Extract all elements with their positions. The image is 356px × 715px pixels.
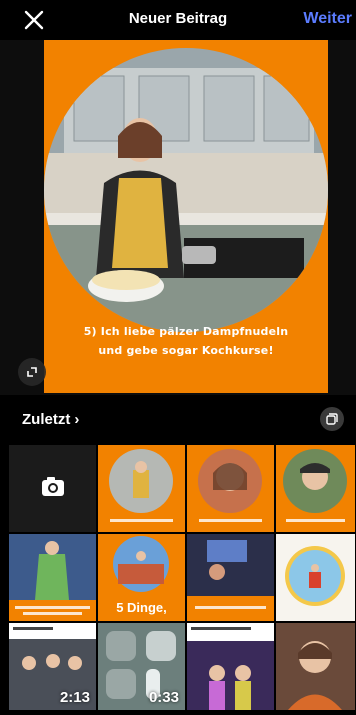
caption-line-1: 5) Ich liebe pälzer Dampfnudeln: [83, 325, 289, 338]
gallery-item-9[interactable]: 2:13: [9, 623, 96, 710]
multi-select-button[interactable]: [320, 407, 344, 431]
gallery-item-5[interactable]: [9, 534, 96, 621]
gallery-item-2[interactable]: [98, 445, 185, 532]
multi-select-icon: [326, 413, 338, 425]
gallery-item-10[interactable]: 0:33: [98, 623, 185, 710]
grid-left-edge: [0, 445, 9, 715]
preview-caption: 5) Ich liebe pälzer Dampfnudeln und gebe…: [44, 322, 328, 360]
post-preview[interactable]: 5) Ich liebe pälzer Dampfnudeln und gebe…: [0, 40, 356, 395]
thumbnail-image: [98, 445, 185, 532]
thumbnail-overlay-text: 5 Dinge,: [116, 600, 167, 615]
thumbnail-image: [187, 623, 274, 710]
thumbnail-image: [276, 623, 355, 710]
gallery-item-12[interactable]: [276, 623, 355, 710]
gallery-item-7[interactable]: [187, 534, 274, 621]
caption-line-2: und gebe sogar Kochkurse!: [98, 344, 274, 357]
gallery-item-4[interactable]: [276, 445, 355, 532]
chevron-right-icon: ›: [74, 411, 80, 428]
gallery-item-3[interactable]: [187, 445, 274, 532]
top-bar: Neuer Beitrag Weiter: [0, 0, 356, 40]
thumbnail-image: [276, 445, 355, 532]
thumbnail-image: [276, 534, 355, 621]
gallery-grid: 5 Dinge, 2:13 0:33: [9, 445, 355, 715]
gallery-item-11[interactable]: [187, 623, 274, 710]
gallery-item-6[interactable]: 5 Dinge,: [98, 534, 185, 621]
video-duration: 0:33: [148, 689, 179, 706]
kitchen-photo: [44, 48, 328, 332]
thumbnail-image: [187, 534, 274, 621]
preview-photo: [44, 48, 328, 332]
camera-tile[interactable]: [9, 445, 96, 532]
gallery-item-8[interactable]: [276, 534, 355, 621]
recents-label: Zuletzt: [22, 411, 71, 428]
expand-button[interactable]: [18, 358, 46, 386]
next-button[interactable]: Weiter: [303, 10, 352, 28]
expand-icon: [27, 367, 37, 377]
recents-bar: Zuletzt ›: [0, 395, 356, 445]
thumbnail-image: [9, 534, 96, 621]
video-duration: 2:13: [59, 689, 90, 706]
recents-dropdown[interactable]: Zuletzt ›: [22, 411, 79, 428]
preview-card: 5) Ich liebe pälzer Dampfnudeln und gebe…: [44, 40, 328, 393]
camera-icon: [42, 477, 64, 496]
thumbnail-image: [187, 445, 274, 532]
